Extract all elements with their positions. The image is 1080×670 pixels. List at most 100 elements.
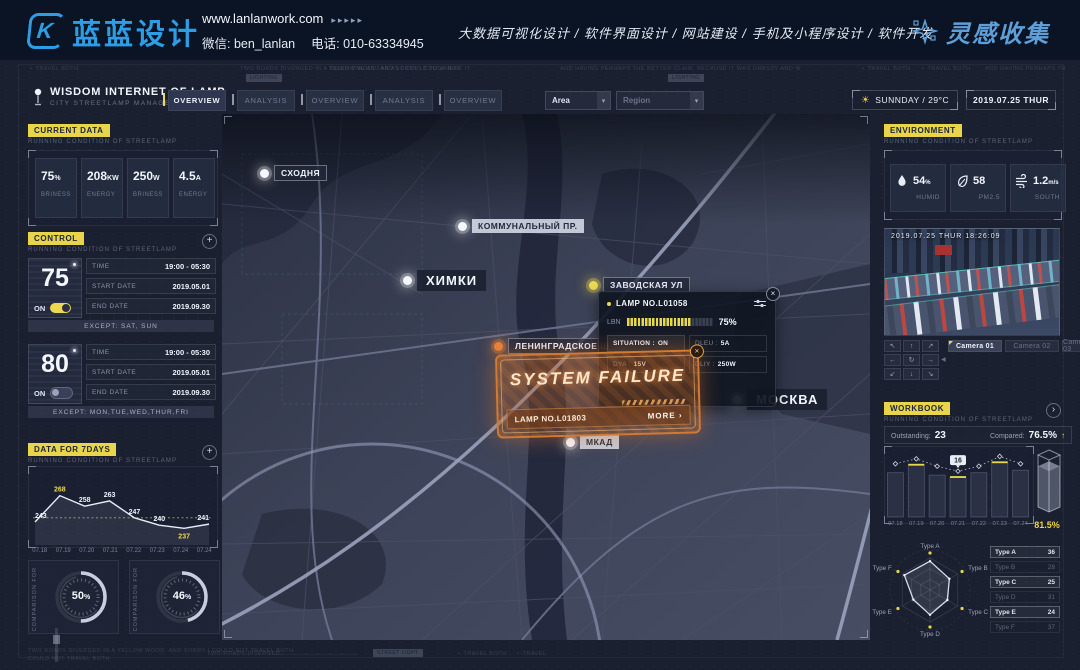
stat-name: ENERGY [87,192,122,198]
video-timestamp: 2019.07.25 THUR 18:26:09 [891,233,1001,240]
legend-row-type-b[interactable]: Type B28 [990,561,1060,573]
map-label-сходня[interactable]: СХОДНЯ [260,165,327,181]
map-pin-icon[interactable] [566,438,575,447]
schedule-row[interactable]: START DATE2019.05.01 [86,278,216,294]
schedule-row[interactable]: END DATE2019.09.30 [86,384,216,400]
map-pin-icon[interactable] [494,342,503,351]
map-pin-icon[interactable] [589,281,598,290]
area-select[interactable]: Area [545,91,611,110]
stat-unit: % [54,175,60,182]
map-pin-icon[interactable] [260,169,269,178]
tab-overview-2[interactable]: OVERVIEW [306,90,364,111]
tab-overview-0[interactable]: OVERVIEW [168,90,226,111]
legend-row-type-e[interactable]: Type E24 [990,606,1060,618]
dpad-button-2[interactable]: ↗ [922,340,939,352]
schedule-rows: TIME19:00 - 05:30 START DATE2019.05.01 END… [86,344,216,404]
camera-dpad: ↖↑↗ ←↻→ ↙↓↘ [884,340,939,380]
env-name: HUMID [891,194,940,201]
camera-button-1[interactable]: Camera 01 [948,340,1002,352]
control-add-button[interactable]: + [202,234,217,249]
brightness-box: 75ON [28,258,82,318]
legend-value: 31 [1048,594,1055,601]
outstanding-label: Outstanding: [891,433,931,440]
deco-text: TWO ROADS DIVERGED [207,651,280,657]
camera-button-2[interactable]: Camera 02 [1005,340,1059,352]
workbook-tank-gauge [1036,446,1062,518]
stat-value: 75% [41,169,76,183]
schedule-row[interactable]: END DATE2019.09.30 [86,298,216,314]
x-tick: 07.23 [989,521,1010,527]
city-map[interactable]: СХОДНЯКОММУНАЛЬНЫЙ ПР.ХИМКИЗАВОДСКАЯ УЛЛ… [222,114,870,640]
svg-text:237: 237 [178,533,190,540]
map-label-мкад[interactable]: МКАД [566,435,619,449]
current-data-stats: 75%BRINESS208KWENERGY250WBRINESS4.5AENER… [35,158,215,218]
svg-text:263: 263 [104,492,116,499]
percent-sign: % [84,594,90,601]
stat-name: BRINESS [133,192,168,198]
camera-button-3[interactable]: Camera 03 [1062,340,1080,352]
brand-services: 大数据可视化设计 / 软件界面设计 / 网站建设 / 手机及小程序设计 / 软件… [458,23,933,42]
schedule-row[interactable]: START DATE2019.05.01 [86,364,216,380]
close-icon[interactable]: × [766,287,780,301]
svg-text:Type F: Type F [873,565,892,572]
schedule-row[interactable]: TIME19:00 - 05:30 [86,344,216,360]
tab-analysis-3[interactable]: ANALYSIS [375,90,433,111]
map-pin-icon[interactable] [458,222,467,231]
sun-icon [861,95,870,106]
legend-row-type-a[interactable]: Type A36 [990,546,1060,558]
power-toggle[interactable] [50,387,73,399]
dpad-button-8[interactable]: ↘ [922,368,939,380]
dpad-button-1[interactable]: ↑ [903,340,920,352]
schedule-row[interactable]: TIME19:00 - 05:30 [86,258,216,274]
dpad-button-0[interactable]: ↖ [884,340,901,352]
chevron-down-icon[interactable] [690,92,703,109]
chart-add-button[interactable]: + [202,445,217,460]
dpad-button-3[interactable]: ← [884,354,901,366]
arrow-left-icon[interactable]: ◀ [941,356,946,363]
map-pin-icon[interactable] [403,276,412,285]
svg-text:258: 258 [79,497,91,504]
status-dot-icon [607,302,611,306]
stat-card: 208KWENERGY [81,158,123,218]
panel-label-current-data: CURRENT DATA [28,124,110,137]
area-select-value: Area [546,96,597,105]
region-select[interactable]: Region [616,91,704,110]
map-label-химки[interactable]: ХИМКИ [403,270,486,291]
deco-check: TRAVEL BOTH [30,66,79,72]
environment-card: 54%HUMID [890,164,946,212]
map-label-text: МКАД [580,435,619,449]
tab-analysis-1[interactable]: ANALYSIS [237,90,295,111]
lbn-label: LBN [607,319,621,326]
comparison-gauges: COMPARISON FOR50%COMPARISON FOR46% [28,560,220,634]
dpad-button-4[interactable]: ↻ [903,354,920,366]
deco-chip: LIGHTING [246,74,282,82]
x-tick: 07.24 [1010,521,1031,527]
x-tick: 07.24 [169,548,193,554]
legend-row-type-f[interactable]: Type F37 [990,621,1060,633]
tab-overview-4[interactable]: OVERVIEW [444,90,502,111]
power-toggle[interactable] [50,303,71,313]
more-button[interactable]: MORE › [648,410,683,420]
chevron-down-icon[interactable] [597,92,610,109]
workbook-next-button[interactable]: › [1046,403,1061,418]
dpad-button-7[interactable]: ↓ [903,368,920,380]
legend-row-type-d[interactable]: Type D31 [990,591,1060,603]
map-label-коммунальный пр.[interactable]: КОММУНАЛЬНЫЙ ПР. [458,219,584,233]
schedule-label: END DATE [92,303,128,310]
sliders-icon[interactable] [753,299,767,308]
streetlamp-icon [32,88,44,106]
comparison-gauge-1: COMPARISON FOR50% [28,560,119,634]
env-unit: m/s [1048,180,1058,186]
environment-card: 1.2m/sSOUTH [1010,164,1066,212]
deco-text: COULD NOT TRAVEL BOTH. [28,656,112,662]
dpad-button-6[interactable]: ↙ [884,368,901,380]
brightness-box: 80ON [28,344,82,404]
legend-row-type-c[interactable]: Type C25 [990,576,1060,588]
brand-website[interactable]: www.lanlanwork.com▸▸▸▸▸ [202,11,364,26]
camera-video-feed[interactable]: 2019.07.25 THUR 18:26:09 [884,228,1060,336]
dpad-button-5[interactable]: → [922,354,939,366]
website-link[interactable]: www.lanlanwork.com [202,11,323,26]
radar-legend: Type A36 Type B28 Type C25 Type D31 Type E24… [990,546,1060,636]
leaf-icon [955,174,969,188]
inspiration-collect[interactable]: 灵感收集 [912,14,1050,49]
